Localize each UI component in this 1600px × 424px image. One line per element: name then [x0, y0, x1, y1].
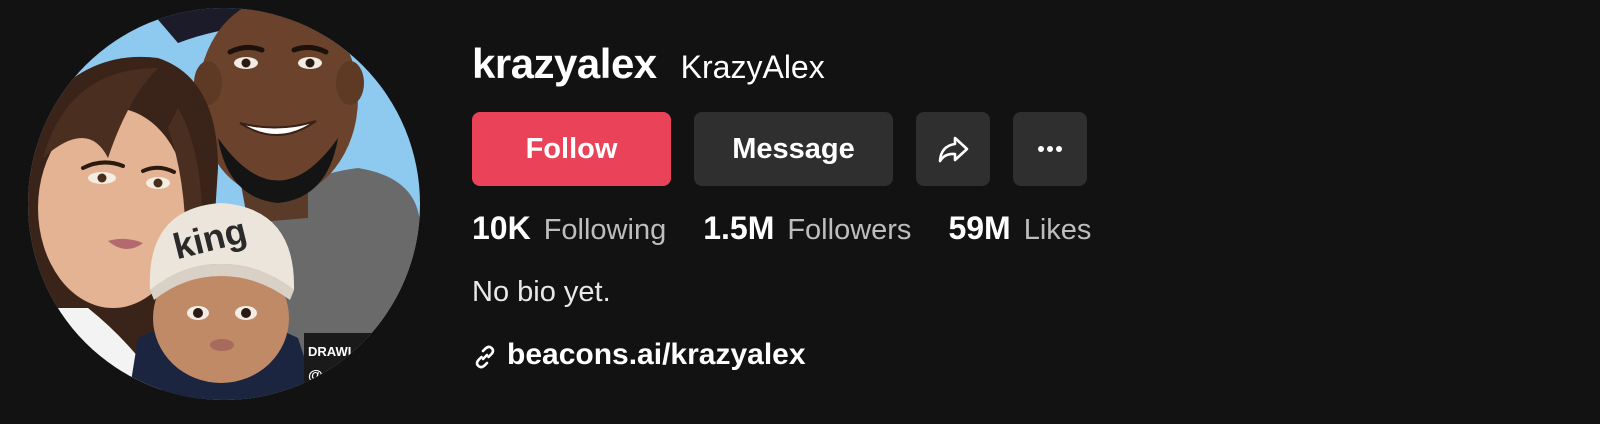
message-button[interactable]: Message	[694, 112, 893, 186]
action-buttons: Follow Message	[472, 112, 1087, 186]
bio-text: No bio yet.	[472, 276, 611, 308]
more-icon	[1038, 146, 1062, 152]
stat-likes: 59M Likes	[948, 210, 1091, 247]
stats-row: 10K Following 1.5M Followers 59M Likes	[472, 210, 1128, 247]
nickname: KrazyAlex	[680, 49, 825, 85]
stat-followers-label: Followers	[787, 214, 912, 246]
username: krazyalex	[472, 40, 657, 87]
more-options-button[interactable]	[1013, 112, 1087, 186]
avatar-illustration: king DRAWI @ K	[28, 8, 420, 400]
share-icon	[938, 136, 969, 163]
stat-following-value: 10K	[472, 210, 531, 246]
bio-link-text[interactable]: beacons.ai/krazyalex	[507, 338, 806, 372]
link-icon	[475, 345, 495, 369]
share-button[interactable]	[916, 112, 990, 186]
stat-followers[interactable]: 1.5M Followers	[703, 210, 911, 247]
stat-following-label: Following	[543, 214, 667, 246]
profile-avatar[interactable]: king DRAWI @ K	[28, 8, 420, 400]
watermark-line1: DRAWI	[308, 344, 351, 359]
follow-button[interactable]: Follow	[472, 112, 671, 186]
stat-likes-label: Likes	[1023, 214, 1092, 246]
stat-followers-value: 1.5M	[703, 210, 775, 246]
stat-following[interactable]: 10K Following	[472, 210, 666, 247]
name-row: krazyalex KrazyAlex	[472, 40, 825, 88]
watermark-line2: @ K	[308, 367, 338, 384]
bio-link[interactable]: beacons.ai/krazyalex	[472, 338, 806, 372]
stat-likes-value: 59M	[948, 210, 1011, 246]
